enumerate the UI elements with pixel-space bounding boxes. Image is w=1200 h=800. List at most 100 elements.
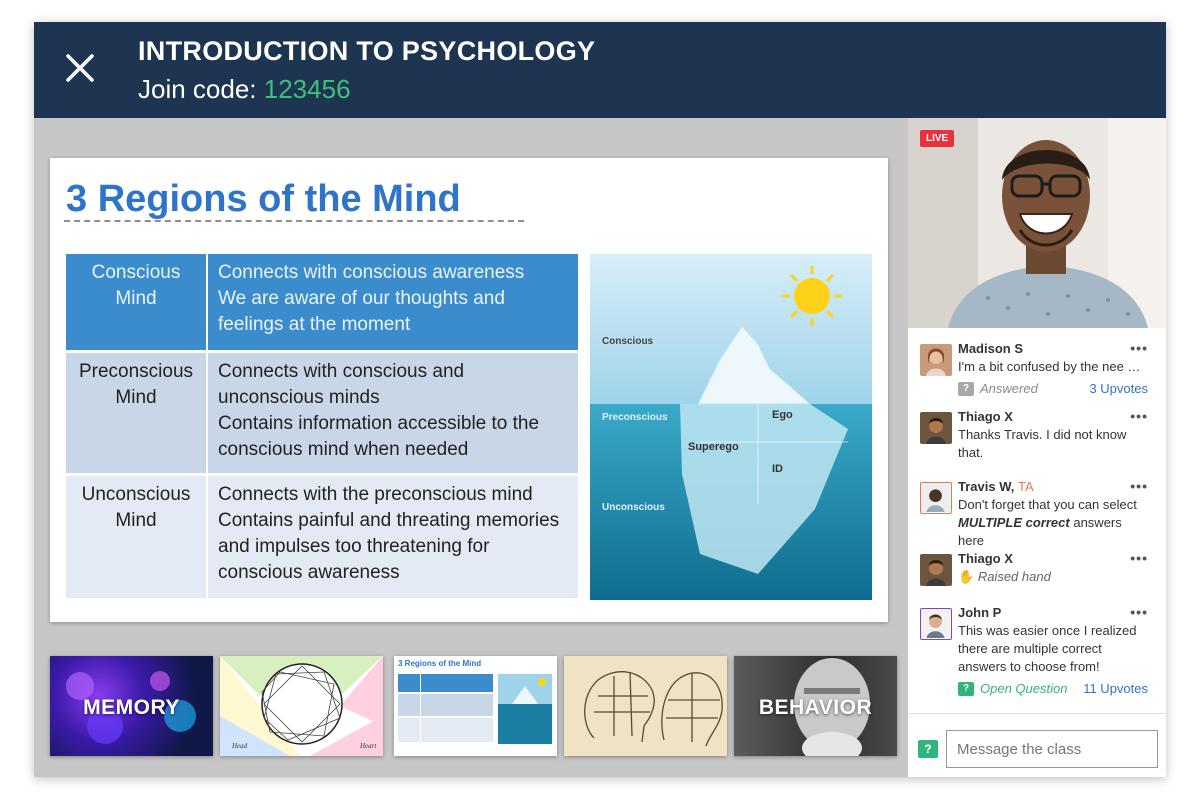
thumbnail-behavior[interactable]: BEHAVIOR — [734, 656, 897, 756]
region-description: Connects with conscious awareness We are… — [208, 254, 578, 350]
question-icon: ? — [958, 682, 974, 696]
iceberg-label-id: ID — [772, 463, 783, 475]
chat-feed: Madison S I'm a bit confused by the nee … — [908, 328, 1166, 713]
table-row: Conscious Mind Connects with conscious a… — [66, 254, 578, 350]
message-meta: ? Open Question 11 Upvotes — [958, 680, 1148, 698]
desc-line: and impulses too threatening for — [218, 536, 490, 557]
region-name-line: Unconscious — [81, 484, 191, 505]
ta-badge: TA — [1018, 479, 1034, 494]
current-slide: 3 Regions of the Mind Conscious Mind Con… — [50, 158, 888, 622]
region-name: Conscious Mind — [66, 254, 206, 350]
iceberg-diagram: Conscious Preconscious Unconscious Ego S… — [590, 254, 872, 600]
thumbnail-head-heart[interactable]: Head Heart — [220, 656, 383, 756]
mini-slide: 3 Regions of the Mind — [398, 659, 552, 744]
slide-thumbnails: MEMORY Head Heart 3 Regions of the Mind … — [50, 656, 897, 756]
upvotes-count[interactable]: 3 Upvotes — [1089, 380, 1148, 398]
desc-line: Contains information accessible to the — [218, 413, 540, 434]
status-label: Answered — [980, 381, 1038, 396]
slide-title: 3 Regions of the Mind — [66, 178, 461, 220]
chat-message: Thiago X Thanks Travis. I did not know t… — [920, 408, 1148, 462]
desc-line: Contains painful and threating memories — [218, 510, 560, 531]
iceberg-label-unconscious: Unconscious — [602, 502, 665, 513]
side-panel: LIVE Madison S I'm a bit confused by the… — [908, 118, 1166, 777]
desc-line: Connects with conscious and — [218, 361, 465, 382]
sender-name: John P — [958, 605, 1002, 620]
message-text: Thanks Travis. I did not know — [958, 427, 1127, 442]
phrenology-image — [584, 671, 723, 747]
region-name: Unconscious Mind — [66, 476, 206, 598]
desc-line: Connects with the preconscious mind — [218, 484, 533, 505]
thumbnail-regions-of-mind[interactable]: 3 Regions of the Mind — [394, 656, 557, 756]
instructor-video-feed — [908, 118, 1166, 328]
head-caption: Head — [231, 742, 248, 750]
desc-line: We are aware of our thoughts and — [218, 288, 505, 309]
sender-name: Thiago X — [958, 551, 1013, 566]
region-name-line: Conscious — [91, 262, 181, 283]
iceberg-label-conscious: Conscious — [602, 336, 654, 347]
desc-line: Connects with conscious awareness — [218, 262, 525, 283]
join-code-value[interactable]: 123456 — [264, 74, 351, 104]
title-underline — [64, 220, 524, 222]
message-meta: ? Answered 3 Upvotes — [958, 380, 1148, 398]
close-button[interactable] — [62, 50, 98, 86]
message-text: that. — [958, 445, 984, 460]
desc-line: feelings at the moment — [218, 314, 411, 335]
more-options-icon[interactable]: ••• — [1130, 550, 1148, 566]
sender-name-text: Travis W, — [958, 479, 1015, 494]
region-name-line: Mind — [115, 288, 157, 309]
question-icon: ? — [958, 382, 974, 396]
iceberg-label-superego: Superego — [688, 441, 739, 453]
thumbnail-label: BEHAVIOR — [758, 696, 873, 719]
heart-caption: Heart — [359, 742, 377, 750]
app-window: INTRODUCTION TO PSYCHOLOGY Join code: 12… — [34, 22, 1166, 777]
more-options-icon[interactable]: ••• — [1130, 478, 1148, 494]
question-toggle-icon[interactable]: ? — [918, 740, 938, 758]
thumbnail-memory[interactable]: MEMORY — [50, 656, 213, 756]
instructor-video[interactable]: LIVE — [908, 118, 1166, 328]
message-text: MULTIPLE correct answers here — [958, 514, 1148, 550]
iceberg-label-ego: Ego — [772, 409, 793, 421]
more-options-icon[interactable]: ••• — [1130, 604, 1148, 620]
header-bar: INTRODUCTION TO PSYCHOLOGY Join code: 12… — [34, 22, 1166, 118]
message-input[interactable] — [946, 730, 1158, 768]
more-options-icon[interactable]: ••• — [1130, 340, 1148, 356]
desc-line: conscious mind when needed — [218, 439, 469, 460]
message-text: answers to choose from! — [958, 659, 1100, 674]
region-name-line: Preconscious — [78, 361, 194, 382]
region-description: Connects with conscious and unconscious … — [208, 353, 578, 473]
message-text: there are multiple correct — [958, 641, 1102, 656]
mini-slide-title: 3 Regions of the Mind — [398, 659, 481, 668]
chat-message: Travis W, TA Don't forget that you can s… — [920, 478, 1148, 550]
sender-name: Travis W, TA — [958, 478, 1148, 496]
live-badge: LIVE — [920, 130, 955, 147]
sender-name: Thiago X — [958, 409, 1013, 424]
answered-status: ? Answered — [958, 380, 1038, 398]
course-title: INTRODUCTION TO PSYCHOLOGY — [138, 36, 596, 66]
desc-line: conscious awareness — [218, 562, 400, 583]
avatar — [920, 344, 952, 376]
join-code-row: Join code: 123456 — [138, 74, 351, 105]
chat-message: Thiago X ✋ Raised hand ••• — [920, 550, 1148, 586]
head-heart-diagram: Head Heart — [220, 656, 383, 756]
raised-hand-status: ✋ Raised hand — [958, 568, 1148, 586]
region-name-line: Mind — [115, 510, 157, 531]
raised-hand-icon: ✋ — [958, 569, 975, 584]
sender-name: Madison S — [958, 341, 1024, 356]
avatar — [920, 482, 952, 514]
region-name-line: Mind — [115, 387, 157, 408]
raised-hand-label: Raised hand — [977, 569, 1051, 584]
avatar — [920, 412, 952, 444]
upvotes-count[interactable]: 11 Upvotes — [1083, 680, 1148, 698]
table-row: Preconscious Mind Connects with consciou… — [66, 353, 578, 473]
region-name: Preconscious Mind — [66, 353, 206, 473]
regions-table: Conscious Mind Connects with conscious a… — [66, 254, 578, 601]
more-options-icon[interactable]: ••• — [1130, 408, 1148, 424]
iceberg-label-preconscious: Preconscious — [602, 412, 668, 423]
message-text: This was easier once I realized — [958, 623, 1137, 638]
thumbnail-phrenology[interactable] — [564, 656, 727, 756]
desc-line: unconscious minds — [218, 387, 380, 408]
table-row: Unconscious Mind Connects with the preco… — [66, 476, 578, 598]
status-label: Open Question — [980, 681, 1068, 696]
close-icon — [66, 54, 94, 82]
thumbnail-label: MEMORY — [83, 696, 180, 719]
